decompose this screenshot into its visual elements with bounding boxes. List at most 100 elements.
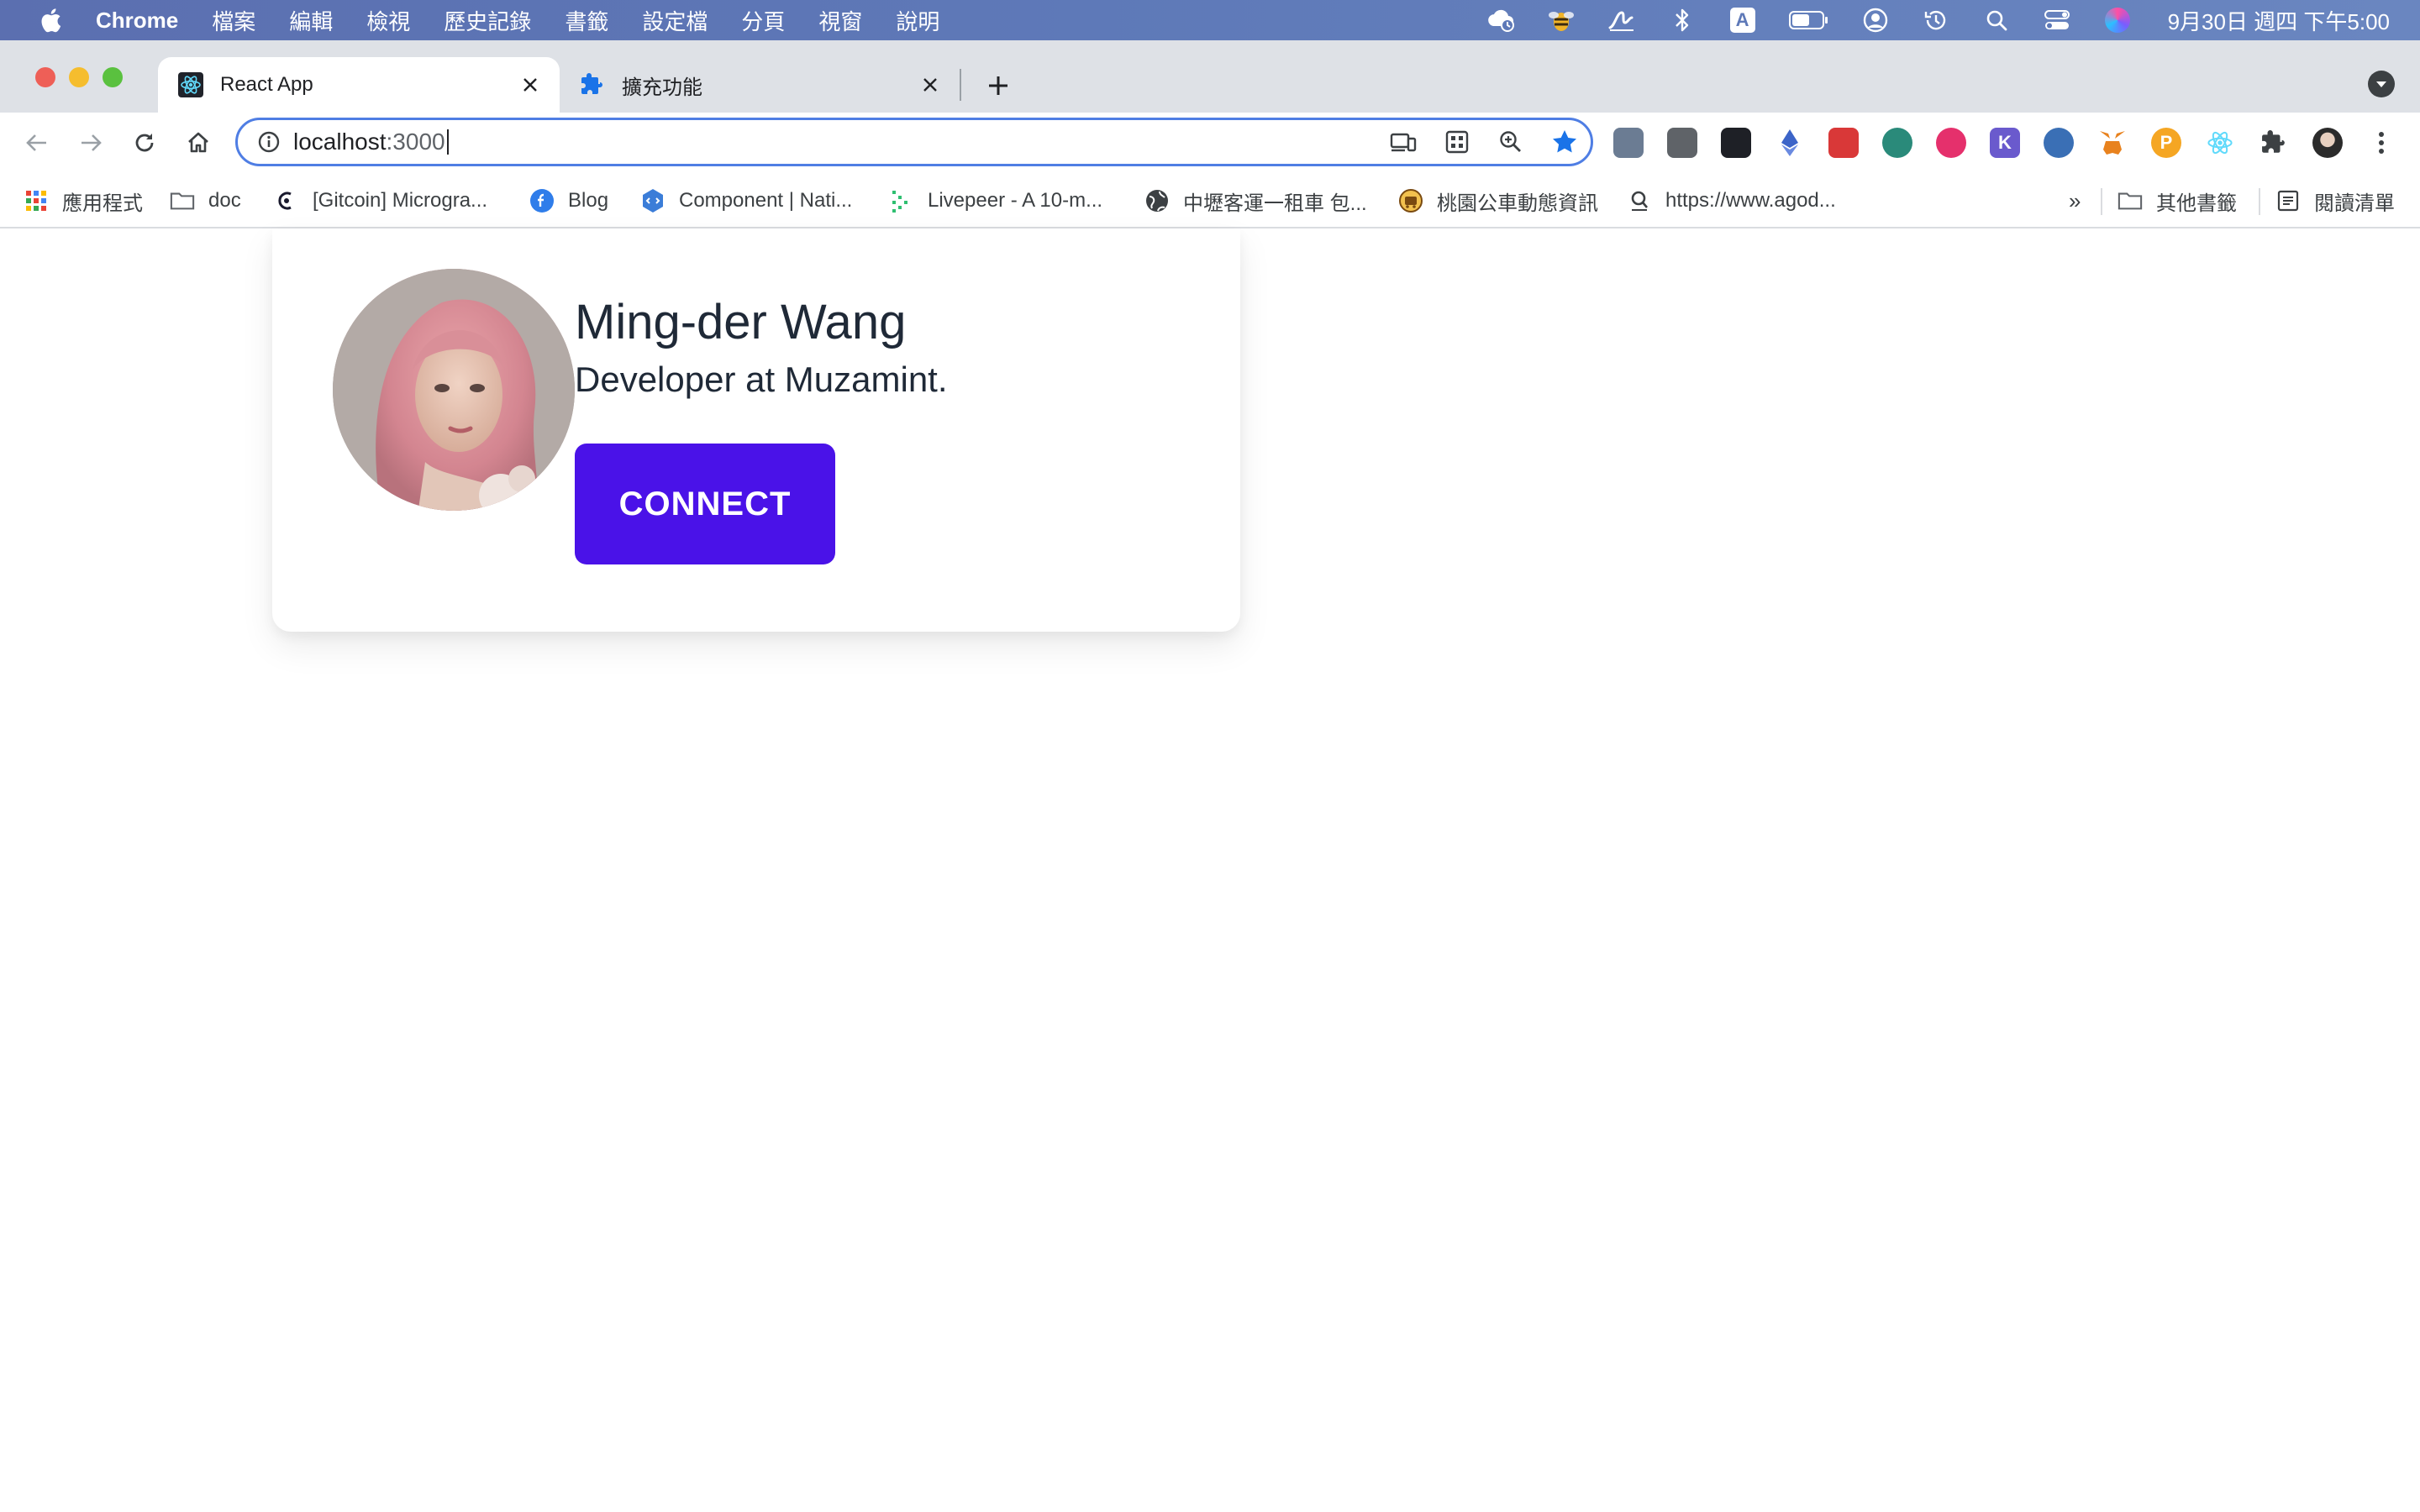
tab-search-button[interactable] [2368, 71, 2395, 97]
signature-icon[interactable] [1607, 5, 1637, 35]
ext-p-icon[interactable]: P [2151, 128, 2181, 158]
address-bar[interactable]: localhost:3000 [235, 118, 1593, 166]
bookmark-doc[interactable]: doc [170, 175, 241, 227]
react-icon [178, 72, 203, 97]
tab-react-app[interactable]: React App [158, 57, 560, 113]
bookmark-label: [Gitcoin] Microgra... [313, 189, 488, 212]
siri-icon[interactable] [2102, 5, 2133, 35]
bookmark-other[interactable]: 其他書籤 [2118, 175, 2237, 227]
tab-close-icon[interactable] [918, 72, 943, 97]
tab-extensions[interactable]: 擴充功能 [560, 57, 960, 113]
window-minimize-button[interactable] [69, 67, 89, 87]
forward-button[interactable] [74, 126, 108, 160]
bookmark-component[interactable]: Component | Nati... [640, 175, 852, 227]
ext-image-icon[interactable] [1613, 128, 1644, 158]
menu-edit[interactable]: 編輯 [289, 5, 333, 36]
site-info-icon[interactable] [256, 129, 281, 155]
bookmark-star-icon[interactable] [1550, 128, 1579, 156]
text-caret [446, 129, 449, 155]
new-tab-button[interactable] [980, 67, 1017, 104]
reading-list-icon [2275, 188, 2301, 213]
bookmark-label: Component | Nati... [679, 189, 853, 212]
menubar-clock[interactable]: 9月30日 週四 下午5:00 [2168, 5, 2390, 36]
extensions-bar: KP [1613, 126, 2396, 160]
profile-avatar-icon[interactable] [2312, 128, 2343, 158]
input-method-label: A [1729, 8, 1755, 33]
reading-list-button[interactable]: 閱讀清單 [2275, 175, 2395, 227]
menu-view[interactable]: 檢視 [366, 5, 410, 36]
tab-separator [960, 69, 961, 101]
menu-file[interactable]: 檔案 [212, 5, 255, 36]
ext-cube-icon[interactable] [1667, 128, 1697, 158]
globe-icon [1144, 188, 1170, 213]
reload-button[interactable] [128, 126, 161, 160]
menu-profiles[interactable]: 設定檔 [642, 5, 708, 36]
window-zoom-button[interactable] [103, 67, 123, 87]
tab-close-icon[interactable] [518, 72, 543, 97]
bookmark-label: 閱讀清單 [2314, 192, 2395, 215]
url-host: localhost [293, 129, 387, 155]
spotlight-icon[interactable] [1981, 5, 2012, 35]
bookmark-zhongli-bus[interactable]: 中壢客運一租車 包... [1144, 175, 1367, 227]
ext-k-icon[interactable]: K [1990, 128, 2020, 158]
ext-binance-icon[interactable] [1721, 128, 1751, 158]
apple-menu-icon[interactable] [34, 0, 67, 40]
chrome-menu-icon[interactable] [2366, 128, 2396, 158]
puzzle-icon [580, 72, 605, 97]
bookmark-blog[interactable]: Blog [529, 175, 608, 227]
menu-window[interactable]: 視窗 [818, 5, 862, 36]
blog-icon [529, 188, 555, 213]
url-port: :3000 [386, 129, 445, 155]
qr-code-icon[interactable] [1443, 128, 1471, 156]
ext-react-devtools-icon[interactable] [2205, 128, 2235, 158]
window-close-button[interactable] [35, 67, 55, 87]
bookmark-livepeer[interactable]: Livepeer - A 10-m... [889, 175, 1102, 227]
page-viewport: Ming-der Wang Developer at Muzamint. CON… [0, 228, 2420, 1512]
time-machine-icon[interactable] [1921, 5, 1951, 35]
user-account-icon[interactable] [1860, 5, 1891, 35]
ext-cat-icon[interactable] [1828, 128, 1859, 158]
menu-tab[interactable]: 分頁 [741, 5, 785, 36]
bookmark-label: Blog [568, 189, 609, 212]
connect-button[interactable]: CONNECT [575, 444, 835, 564]
profile-name: Ming-der Wang [575, 295, 907, 349]
livepeer-icon [889, 188, 914, 213]
menu-bookmarks[interactable]: 書籤 [565, 5, 608, 36]
input-method-icon[interactable]: A [1728, 5, 1758, 35]
back-button[interactable] [20, 126, 54, 160]
bluetooth-icon[interactable] [1667, 5, 1697, 35]
tab-title: 擴充功能 [622, 76, 702, 99]
bookmark-apps[interactable]: 應用程式 [24, 175, 143, 227]
menu-app-name[interactable]: Chrome [96, 8, 178, 34]
bookmark-agoda[interactable]: https://www.agod... [1627, 175, 1836, 227]
bookmark-label: Livepeer - A 10-m... [928, 189, 1103, 212]
agoda-icon [1627, 188, 1652, 213]
extensions-puzzle-icon[interactable] [2259, 128, 2289, 158]
menu-history[interactable]: 歷史記錄 [444, 5, 531, 36]
bookmark-gitcoin[interactable]: [Gitcoin] Microgra... [274, 175, 487, 227]
ext-compass-icon[interactable] [2044, 128, 2074, 158]
menu-help[interactable]: 說明 [896, 5, 939, 36]
ext-m-icon[interactable] [1936, 128, 1966, 158]
profile-card: Ming-der Wang Developer at Muzamint. CON… [272, 228, 1240, 632]
folder-icon [170, 188, 195, 213]
omnibox-actions [1389, 120, 1579, 164]
bookmark-label: 其他書籤 [2156, 192, 2237, 215]
battery-icon[interactable] [1788, 5, 1830, 35]
cast-device-icon[interactable] [1389, 128, 1418, 156]
bookmarks-separator [2259, 188, 2260, 215]
zoom-icon[interactable] [1497, 128, 1525, 156]
bookmark-label: https://www.agod... [1665, 189, 1836, 212]
control-center-icon[interactable] [2042, 5, 2072, 35]
ext-ethereum-icon[interactable] [1775, 128, 1805, 158]
home-button[interactable] [182, 126, 215, 160]
tab-title: React App [220, 73, 313, 96]
bookmarks-overflow-button[interactable]: » [2069, 175, 2081, 227]
bee-icon[interactable] [1546, 5, 1576, 35]
bus-icon [1398, 188, 1423, 213]
macos-menu-bar: Chrome 檔案 編輯 檢視 歷史記錄 書籤 設定檔 分頁 視窗 說明 A 9… [0, 0, 2420, 40]
ext-metamask-icon[interactable] [2097, 128, 2128, 158]
ext-green-circle-icon[interactable] [1882, 128, 1912, 158]
cloud-sync-icon[interactable] [1486, 5, 1516, 35]
bookmark-taoyuan-bus[interactable]: 桃園公車動態資訊 [1398, 175, 1598, 227]
